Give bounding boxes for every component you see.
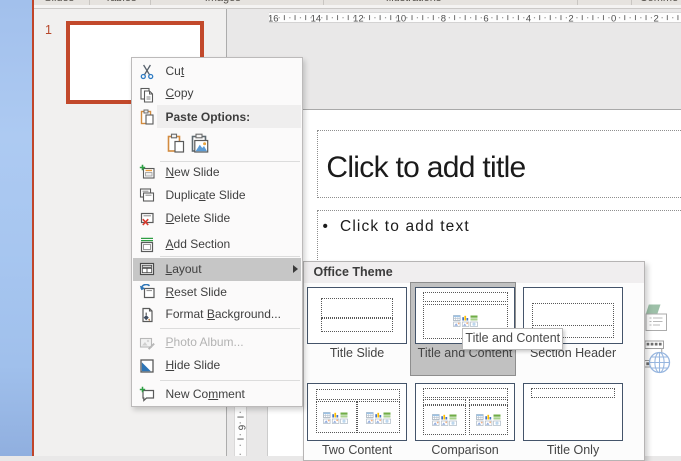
svg-text:10: 10: [396, 13, 407, 22]
svg-text:2: 2: [654, 13, 659, 22]
svg-text:16: 16: [269, 13, 279, 22]
svg-text:0: 0: [611, 13, 616, 22]
svg-text:2: 2: [569, 13, 574, 22]
svg-text:8: 8: [441, 13, 446, 22]
svg-text:14: 14: [311, 13, 322, 22]
svg-text:4: 4: [526, 13, 531, 22]
svg-text:6: 6: [484, 13, 489, 22]
svg-text:12: 12: [353, 13, 364, 22]
